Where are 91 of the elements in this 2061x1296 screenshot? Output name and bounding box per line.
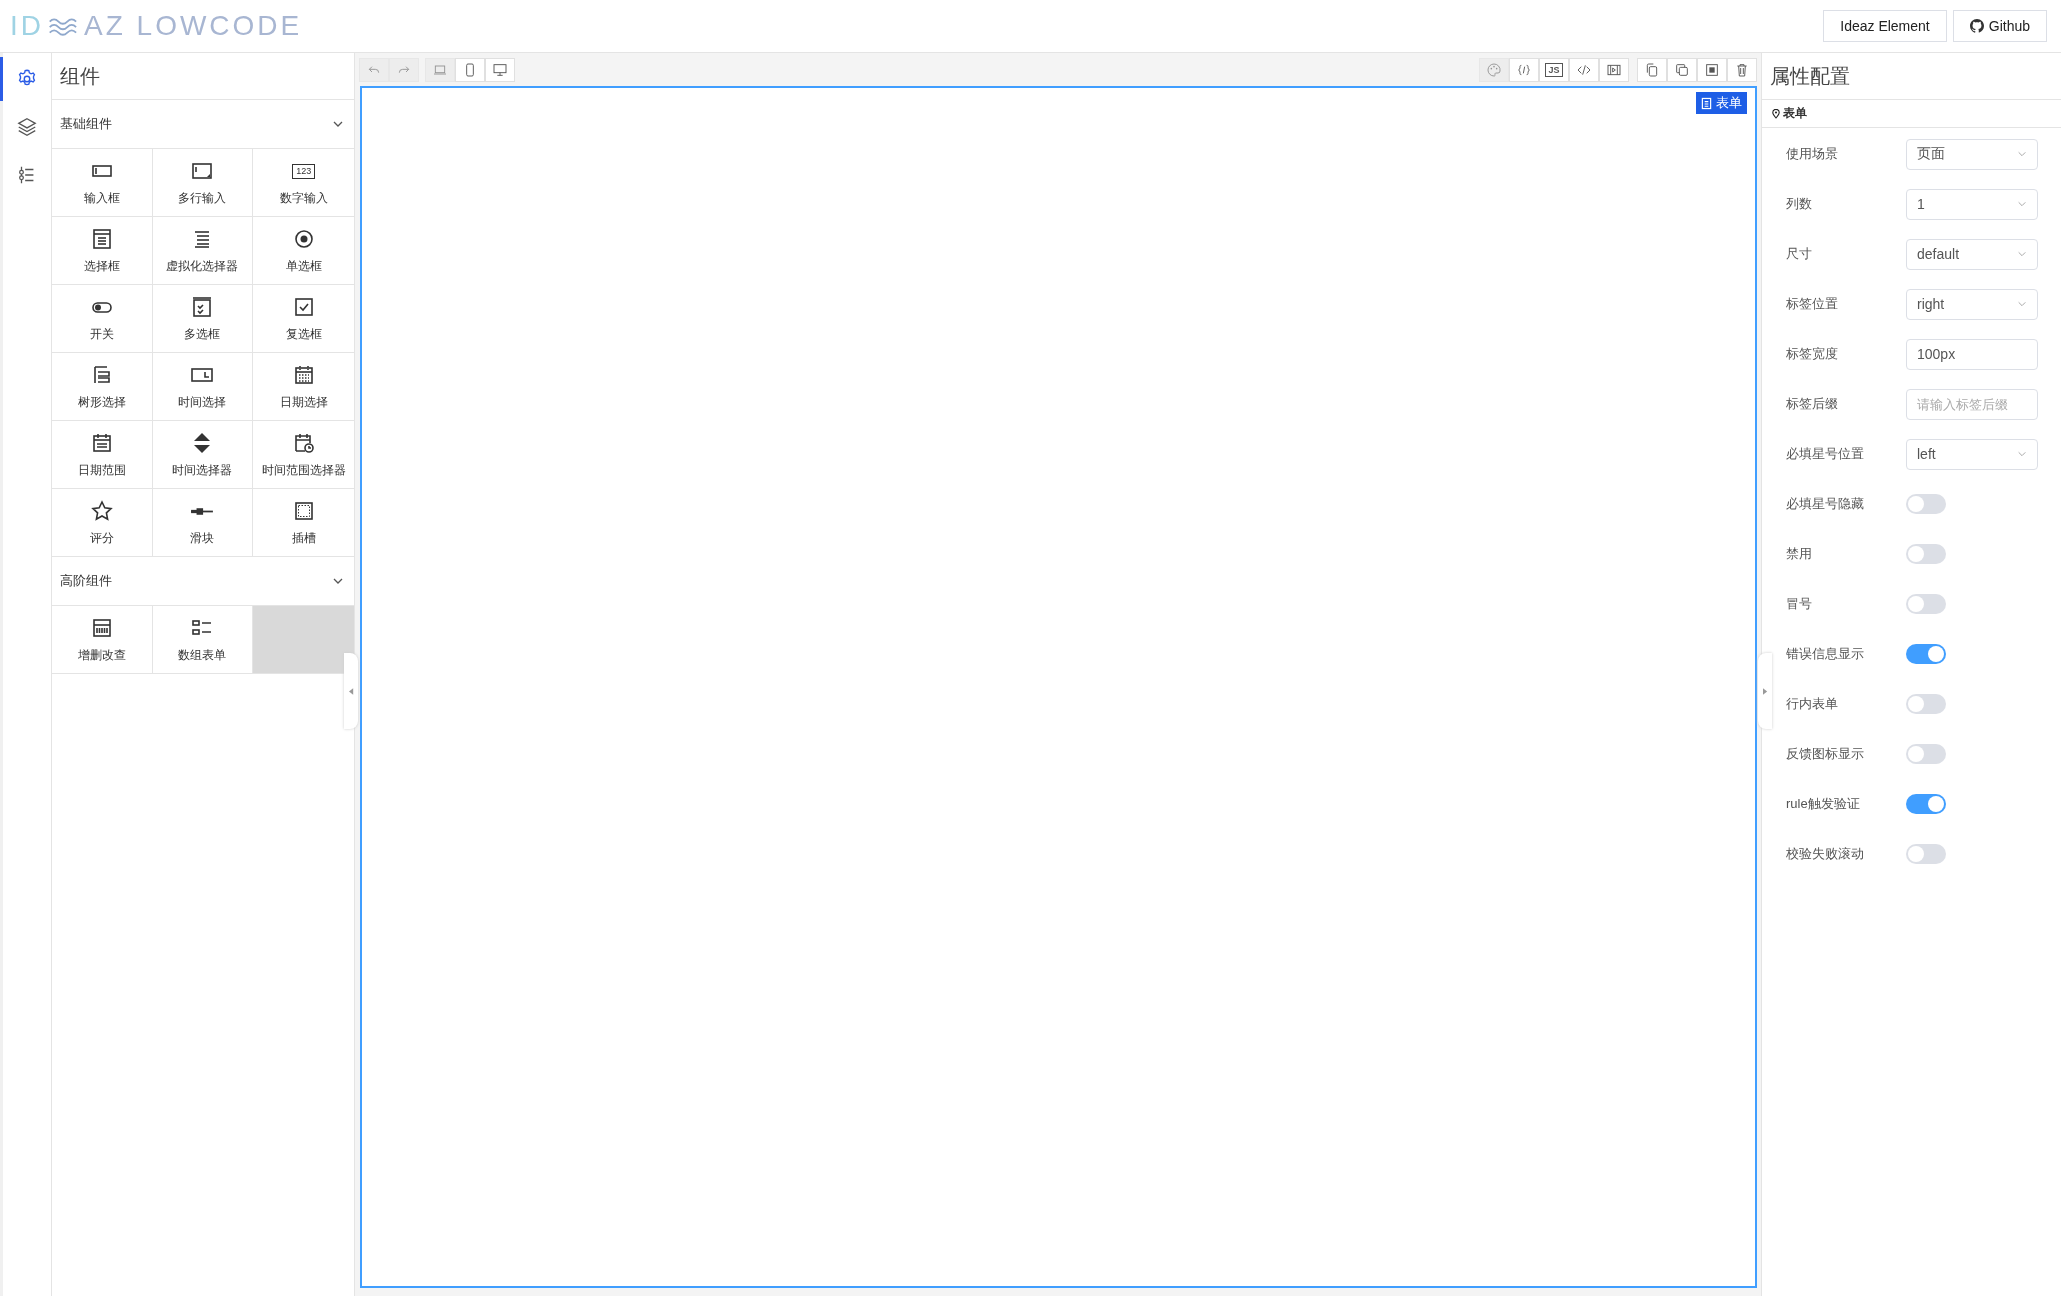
toggle-switch[interactable]	[1906, 494, 1946, 514]
component-tile[interactable]: 输入框	[52, 149, 153, 217]
toolbar-button[interactable]: JS	[1539, 57, 1569, 82]
chevron-icon	[2017, 249, 2027, 259]
logo-text: AZ LOWCODE	[84, 10, 303, 42]
property-label: 使用场景	[1786, 145, 1839, 163]
number-input-icon: 123	[292, 164, 316, 179]
toggle-switch[interactable]	[1906, 794, 1946, 814]
toolbar-button[interactable]	[1569, 57, 1599, 82]
toolbar-button[interactable]	[1727, 57, 1757, 82]
property-label: 冒号	[1786, 595, 1813, 613]
duplicate-icon	[1674, 61, 1690, 78]
trash-icon	[1734, 61, 1750, 78]
toggle-switch[interactable]	[1906, 544, 1946, 564]
github-icon	[1969, 19, 1984, 33]
component-tile[interactable]: 评分	[52, 489, 153, 557]
component-tile[interactable]: 树形选择	[52, 353, 153, 421]
toolbar-button[interactable]	[1667, 57, 1697, 82]
toggle-switch[interactable]	[1906, 594, 1946, 614]
select-field[interactable]: 页面	[1906, 138, 2038, 170]
property-label: 行内表单	[1786, 695, 1839, 713]
component-tile[interactable]: 插槽	[253, 489, 354, 557]
property-label: rule触发验证	[1786, 795, 1861, 813]
property-label: 标签后缀	[1786, 395, 1839, 413]
panel-title: 组件	[52, 53, 354, 100]
component-tile[interactable]: 复选框	[253, 285, 354, 353]
location-pin-icon	[1772, 108, 1780, 119]
monitor-icon	[492, 61, 508, 78]
component-tile[interactable]: 开关	[52, 285, 153, 353]
property-label: 尺寸	[1786, 245, 1813, 263]
breadcrumb-text: 表单	[1783, 105, 1807, 122]
header-button[interactable]: Github	[1952, 10, 2047, 42]
logo-text: ID	[10, 10, 44, 42]
chevron-icon	[2017, 299, 2027, 309]
form-badge[interactable]: 表单	[1696, 92, 1747, 114]
property-label: 禁用	[1786, 545, 1813, 563]
copy-icon	[1644, 61, 1660, 78]
palette-icon	[1486, 61, 1502, 78]
select-field[interactable]: left	[1906, 438, 2038, 470]
toolbar-button[interactable]	[485, 57, 515, 82]
component-tile[interactable]: 时间范围选择器	[253, 421, 354, 489]
component-tile[interactable]: 日期选择	[253, 353, 354, 421]
component-tile[interactable]: 单选框	[253, 217, 354, 285]
chevron-icon	[2017, 149, 2027, 159]
section-header[interactable]: 基础组件	[52, 100, 354, 149]
slider-icon	[190, 507, 215, 516]
chevron-icon	[2017, 199, 2027, 209]
property-label: 错误信息显示	[1786, 645, 1865, 663]
property-label: 列数	[1786, 195, 1813, 213]
component-tile[interactable]: 多行输入	[152, 149, 254, 217]
toggle-switch[interactable]	[1906, 744, 1946, 764]
section-title: 基础组件	[60, 115, 112, 133]
component-tile[interactable]: 时间选择器	[152, 421, 254, 489]
property-label: 必填星号隐藏	[1786, 495, 1865, 513]
component-tile[interactable]: 多选框	[152, 285, 254, 353]
select-field[interactable]: default	[1906, 238, 2038, 270]
toolbar-button[interactable]	[1697, 57, 1727, 82]
form-canvas[interactable]: 表单	[360, 86, 1757, 1288]
select-field[interactable]: 1	[1906, 188, 2038, 220]
component-tile[interactable]: 时间选择	[152, 353, 254, 421]
document-icon	[1701, 96, 1712, 110]
toolbar-button[interactable]	[1637, 57, 1667, 82]
toggle-switch[interactable]	[1906, 844, 1946, 864]
toggle-switch[interactable]	[1906, 644, 1946, 664]
chevron-icon	[2017, 449, 2027, 459]
property-label: 标签位置	[1786, 295, 1839, 313]
input-field[interactable]: 请输入标签后缀	[1906, 388, 2038, 420]
property-label: 校验失败滚动	[1786, 845, 1865, 863]
panel-title: 属性配置	[1762, 53, 2061, 100]
property-label: 必填星号位置	[1786, 445, 1865, 463]
toolbar-button[interactable]	[455, 57, 485, 82]
toggle-switch[interactable]	[1906, 694, 1946, 714]
toolbar-button[interactable]	[1599, 57, 1629, 82]
component-tile[interactable]: 日期范围	[52, 421, 153, 489]
select-field[interactable]: right	[1906, 288, 2038, 320]
square-icon	[1704, 61, 1720, 78]
header-button[interactable]: Ideaz Element	[1823, 10, 1947, 42]
section-title: 高阶组件	[60, 572, 112, 590]
property-label: 反馈图标显示	[1786, 745, 1865, 763]
layers-icon	[16, 116, 38, 138]
component-tile[interactable]: 滑块	[152, 489, 254, 557]
property-label: 标签宽度	[1786, 345, 1839, 363]
js-icon: JS	[1545, 62, 1563, 77]
component-icon	[89, 499, 114, 523]
input-field[interactable]: 100px	[1906, 338, 2038, 370]
component-tile[interactable]: 123 数字输入	[253, 149, 354, 217]
component-tile[interactable]: 虚拟化选择器	[152, 217, 254, 285]
collapse-handle[interactable]	[344, 653, 358, 729]
component-tile[interactable]: 增删改查	[52, 606, 153, 674]
collapse-handle[interactable]	[1758, 653, 1772, 729]
component-tile[interactable]: 选择框	[52, 217, 153, 285]
